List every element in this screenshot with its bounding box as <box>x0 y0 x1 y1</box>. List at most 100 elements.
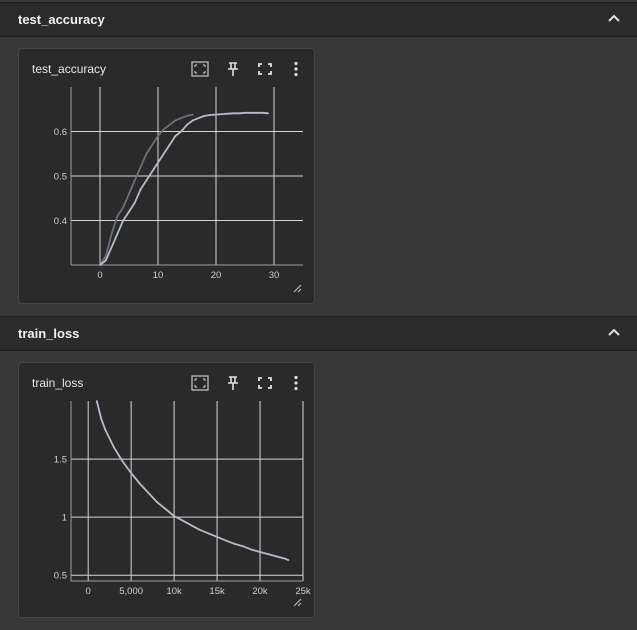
data-point <box>162 128 165 131</box>
data-point <box>198 529 201 531</box>
x-tick-label: 30 <box>269 270 280 281</box>
chart-card-test-accuracy: test_accuracy 0 10 20 30 0.4 0.5 0.6 <box>18 48 315 304</box>
data-point <box>145 179 148 182</box>
loss-chart[interactable]: 0 5,000 10k 15k 20k 25k 0.5 1 1.5 <box>19 363 314 617</box>
x-tick-label: 20 <box>211 270 222 281</box>
data-point <box>121 460 124 463</box>
y-tick-label: 0.5 <box>54 571 67 582</box>
data-point <box>174 119 177 122</box>
y-tick-label: 1 <box>62 513 67 524</box>
data-point <box>164 508 167 510</box>
y-tick-label: 0.5 <box>54 172 67 183</box>
data-point <box>110 246 113 249</box>
data-point <box>276 555 279 558</box>
data-point <box>233 542 236 545</box>
data-point <box>116 232 119 235</box>
data-point <box>173 515 176 517</box>
data-point <box>207 532 210 535</box>
data-point <box>139 166 142 168</box>
data-point <box>122 219 125 222</box>
x-tick-label: 0 <box>97 270 102 281</box>
section-header-train-loss[interactable]: train_loss <box>0 316 637 351</box>
data-point <box>95 400 98 402</box>
x-tick-label: 15k <box>209 586 225 597</box>
data-point <box>100 417 102 420</box>
x-tick-label: 5,000 <box>119 586 143 597</box>
data-point <box>180 130 183 133</box>
data-point <box>267 553 270 556</box>
data-point <box>224 539 227 542</box>
y-tick-label: 0.4 <box>54 216 67 227</box>
x-tick-label: 20k <box>252 586 268 597</box>
data-point <box>145 152 148 155</box>
y-tick-label: 1.5 <box>54 455 67 466</box>
data-point <box>113 446 115 449</box>
data-point <box>139 188 142 191</box>
data-point <box>168 143 171 146</box>
data-point <box>180 117 183 120</box>
resize-handle-icon[interactable] <box>293 598 302 607</box>
data-point <box>99 264 101 266</box>
data-point <box>197 117 200 120</box>
x-tick-label: 0 <box>86 586 91 597</box>
data-point <box>133 179 136 182</box>
data-point <box>244 111 246 114</box>
data-point <box>203 115 206 117</box>
data-point <box>255 111 258 114</box>
data-point <box>191 119 194 122</box>
series-line <box>99 111 269 266</box>
y-tick-label: 0.6 <box>54 127 67 138</box>
data-point <box>261 111 264 114</box>
data-point <box>104 255 107 257</box>
x-tick-label: 10k <box>166 586 182 597</box>
chevron-up-icon[interactable] <box>605 324 623 342</box>
data-point <box>104 259 107 262</box>
section-title: test_accuracy <box>18 12 105 27</box>
data-point <box>220 113 223 116</box>
data-point <box>128 192 130 195</box>
data-point <box>156 501 158 503</box>
section-header-test-accuracy[interactable]: test_accuracy <box>0 2 637 37</box>
data-point <box>238 112 241 115</box>
chart-card-train-loss: train_loss 0 5,000 10k 15k 20k 25k 0.5 1 1.5 <box>18 362 315 618</box>
data-point <box>241 545 244 548</box>
data-point <box>162 152 165 155</box>
data-point <box>226 112 229 115</box>
x-tick-label: 25k <box>295 586 311 597</box>
data-point <box>259 551 261 553</box>
data-point <box>157 135 159 137</box>
data-point <box>168 123 171 126</box>
data-point <box>284 558 287 560</box>
data-point <box>181 519 184 522</box>
data-point <box>250 548 253 551</box>
data-point <box>249 111 252 114</box>
chevron-up-icon[interactable] <box>605 10 623 28</box>
data-point <box>110 232 113 235</box>
data-point <box>151 170 154 173</box>
data-point <box>186 123 188 126</box>
data-point <box>130 472 133 474</box>
x-tick-label: 10 <box>153 270 164 281</box>
data-point <box>157 161 159 164</box>
data-point <box>215 113 217 116</box>
data-point <box>151 143 154 146</box>
resize-handle-icon[interactable] <box>293 284 302 293</box>
data-point <box>267 112 270 115</box>
data-point <box>216 535 218 538</box>
data-point <box>190 524 193 527</box>
data-point <box>128 210 130 213</box>
data-point <box>191 113 194 116</box>
data-point <box>133 201 136 204</box>
data-point <box>287 559 290 561</box>
data-point <box>147 491 150 494</box>
accuracy-chart[interactable]: 0 10 20 30 0.4 0.5 0.6 <box>19 49 314 303</box>
data-point <box>138 482 141 485</box>
data-point <box>122 206 125 209</box>
data-point <box>104 429 107 431</box>
data-point <box>232 112 235 115</box>
data-point <box>174 135 177 137</box>
data-point <box>209 114 212 116</box>
data-point <box>116 215 119 217</box>
data-point <box>186 115 188 117</box>
section-title: train_loss <box>18 326 80 341</box>
